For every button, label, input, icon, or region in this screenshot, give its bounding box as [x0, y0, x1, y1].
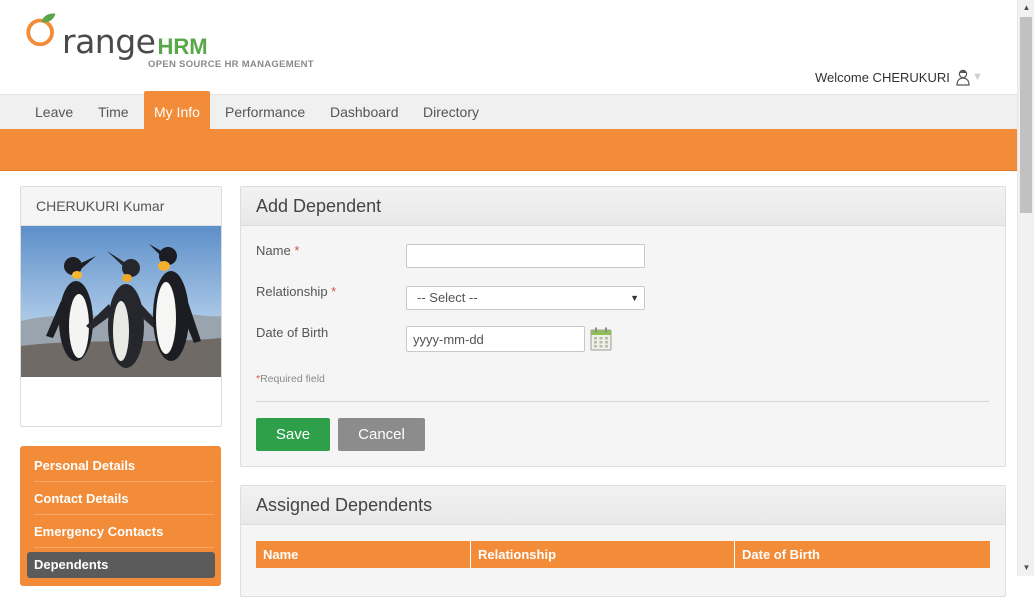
- name-input[interactable]: [406, 244, 645, 268]
- main-nav: Leave Time My Info Performance Dashboard…: [0, 91, 1017, 130]
- required-field-note: *Required field: [256, 373, 325, 385]
- user-icon[interactable]: [955, 69, 971, 86]
- sub-nav-bar: [0, 129, 1017, 171]
- chevron-down-icon: ▼: [630, 293, 639, 303]
- scroll-up-icon[interactable]: ▲: [1018, 0, 1034, 16]
- side-item-dependents[interactable]: Dependents: [27, 552, 215, 578]
- profile-photo[interactable]: [21, 226, 221, 377]
- table-header-row: Name Relationship Date of Birth: [256, 541, 990, 568]
- relationship-label-text: Relationship: [256, 284, 328, 299]
- scrollbar-thumb[interactable]: [1020, 17, 1032, 213]
- name-label-text: Name: [256, 243, 291, 258]
- column-header-date-of-birth[interactable]: Date of Birth: [734, 541, 990, 568]
- side-item-contact-details[interactable]: Contact Details: [34, 483, 214, 515]
- assigned-dependents-title: Assigned Dependents: [241, 486, 1005, 525]
- logo-tagline: OPEN SOURCE HR MANAGEMENT: [148, 59, 314, 70]
- required-mark: *: [294, 243, 300, 258]
- profile-name: CHERUKURI Kumar: [21, 187, 221, 226]
- side-item-personal-details[interactable]: Personal Details: [34, 450, 214, 482]
- header: rangeHRM OPEN SOURCE HR MANAGEMENT Welco…: [0, 0, 1017, 94]
- nav-item-directory[interactable]: Directory: [413, 95, 489, 130]
- required-mark: *: [331, 284, 337, 299]
- orange-logo-icon: [26, 13, 56, 46]
- page-scrollbar[interactable]: ▲ ▼: [1017, 0, 1034, 576]
- side-menu: Personal Details Contact Details Emergen…: [20, 446, 221, 586]
- chevron-down-icon[interactable]: ▼: [972, 71, 983, 83]
- dependents-table: Name Relationship Date of Birth: [256, 541, 990, 568]
- assigned-dependents-panel: Assigned Dependents Name Relationship Da…: [240, 485, 1006, 597]
- column-header-name[interactable]: Name: [256, 541, 471, 568]
- column-header-relationship[interactable]: Relationship: [470, 541, 735, 568]
- nav-item-my-info[interactable]: My Info: [144, 91, 210, 130]
- relationship-label: Relationship *: [256, 284, 336, 299]
- add-dependent-title: Add Dependent: [241, 187, 1005, 226]
- name-label: Name *: [256, 243, 299, 258]
- relationship-selected: -- Select --: [417, 290, 478, 305]
- add-dependent-panel: Add Dependent Name * Relationship * -- S…: [240, 186, 1006, 467]
- required-field-text: Required field: [260, 373, 325, 385]
- side-item-emergency-contacts[interactable]: Emergency Contacts: [34, 516, 214, 548]
- calendar-icon[interactable]: [590, 327, 612, 351]
- nav-item-performance[interactable]: Performance: [215, 95, 315, 130]
- scroll-down-icon[interactable]: ▼: [1018, 560, 1034, 576]
- welcome-text[interactable]: Welcome CHERUKURI: [815, 70, 950, 85]
- save-button[interactable]: Save: [256, 418, 330, 451]
- nav-item-leave[interactable]: Leave: [25, 95, 83, 130]
- logo-hrm: HRM: [157, 34, 208, 59]
- dob-label: Date of Birth: [256, 325, 329, 340]
- relationship-select[interactable]: -- Select -- ▼: [406, 286, 645, 310]
- nav-item-dashboard[interactable]: Dashboard: [320, 95, 409, 130]
- divider: [256, 401, 989, 402]
- nav-item-time[interactable]: Time: [88, 95, 139, 130]
- profile-card: CHERUKURI Kumar: [20, 186, 222, 427]
- dob-input[interactable]: [406, 326, 585, 352]
- logo-word: range: [62, 22, 156, 61]
- cancel-button[interactable]: Cancel: [338, 418, 425, 451]
